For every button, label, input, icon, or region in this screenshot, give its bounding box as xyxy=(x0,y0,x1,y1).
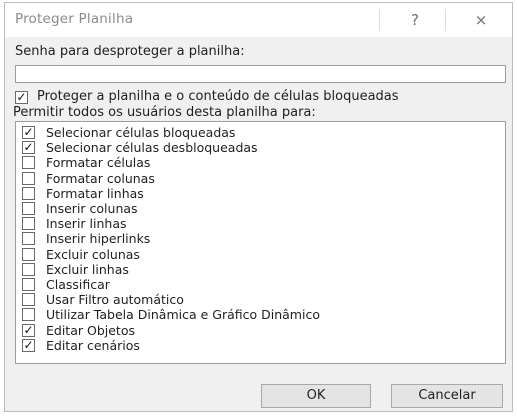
permission-checkbox[interactable]: ✓ xyxy=(22,323,35,337)
permission-checkbox[interactable]: ✓ xyxy=(22,338,35,352)
permission-item[interactable]: Utilizar Tabela Dinâmica e Gráfico Dinâm… xyxy=(16,307,505,322)
permission-checkbox[interactable] xyxy=(22,293,35,307)
permission-item[interactable]: Usar Filtro automático xyxy=(16,292,505,307)
close-button[interactable]: × xyxy=(455,3,507,37)
protect-checkbox[interactable]: ✓ xyxy=(15,91,28,104)
permission-label: Editar Objetos xyxy=(46,322,135,338)
permission-label: Inserir linhas xyxy=(46,216,127,232)
permission-checkbox[interactable] xyxy=(22,156,35,170)
permission-item[interactable]: ✓ Editar cenários xyxy=(16,338,505,353)
protect-label: Proteger a planilha e o conteúdo de célu… xyxy=(37,89,399,104)
permission-label: Formatar células xyxy=(46,155,151,171)
permission-item[interactable]: ✓ Selecionar células bloqueadas xyxy=(16,125,505,140)
permission-label: Excluir linhas xyxy=(46,261,129,277)
permission-checkbox[interactable] xyxy=(22,232,35,246)
permission-checkbox[interactable] xyxy=(22,171,35,185)
permission-label: Inserir colunas xyxy=(46,201,138,216)
title-separator xyxy=(445,9,446,31)
title-bar: Proteger Planilha ? × xyxy=(5,3,512,37)
protect-sheet-dialog: Proteger Planilha ? × Senha para desprot… xyxy=(4,2,513,412)
permissions-label: Permitir todos os usuários desta planilh… xyxy=(13,105,316,120)
permission-item[interactable]: Excluir colunas xyxy=(16,247,505,262)
permission-item[interactable]: Inserir colunas xyxy=(16,201,505,216)
permission-label: Usar Filtro automático xyxy=(46,292,184,308)
permission-item[interactable]: ✓ Editar Objetos xyxy=(16,323,505,338)
permission-checkbox[interactable]: ✓ xyxy=(22,141,35,155)
permission-label: Formatar linhas xyxy=(46,185,144,201)
title-separator xyxy=(379,9,380,31)
permission-label: Selecionar células desbloqueadas xyxy=(46,140,258,156)
permission-label: Utilizar Tabela Dinâmica e Gráfico Dinâm… xyxy=(46,307,320,323)
permission-item[interactable]: Excluir linhas xyxy=(16,262,505,277)
permission-item[interactable]: ✓ Selecionar células desbloqueadas xyxy=(16,140,505,155)
permission-item[interactable]: Formatar células xyxy=(16,155,505,170)
permission-item[interactable]: Classificar xyxy=(16,277,505,292)
permission-item[interactable]: Inserir linhas xyxy=(16,216,505,231)
password-field[interactable] xyxy=(15,65,506,83)
permission-checkbox[interactable] xyxy=(22,278,35,291)
password-label: Senha para desproteger a planilha: xyxy=(15,44,245,59)
permission-checkbox[interactable] xyxy=(22,308,35,322)
help-button[interactable]: ? xyxy=(389,3,441,37)
dialog-title: Proteger Planilha xyxy=(15,11,134,27)
permission-label: Excluir colunas xyxy=(46,246,140,262)
permissions-list: ✓ Selecionar células bloqueadas ✓ Seleciona… xyxy=(15,121,506,364)
permission-item[interactable]: Formatar linhas xyxy=(16,186,505,201)
permission-item[interactable]: Inserir hiperlinks xyxy=(16,231,505,246)
permission-checkbox[interactable] xyxy=(22,186,35,200)
permission-item[interactable]: Formatar colunas xyxy=(16,171,505,186)
permission-label: Selecionar células bloqueadas xyxy=(46,125,236,140)
permission-label: Editar cenários xyxy=(46,337,140,353)
ok-button[interactable]: OK xyxy=(261,384,371,408)
permission-label: Classificar xyxy=(46,277,110,292)
permission-checkbox[interactable] xyxy=(22,247,35,261)
cancel-button[interactable]: Cancelar xyxy=(391,384,503,408)
permission-checkbox[interactable] xyxy=(22,202,35,215)
permission-checkbox[interactable]: ✓ xyxy=(22,126,35,139)
permission-label: Inserir hiperlinks xyxy=(46,231,151,247)
permission-checkbox[interactable] xyxy=(22,217,35,231)
permission-checkbox[interactable] xyxy=(22,262,35,276)
permission-label: Formatar colunas xyxy=(46,170,155,186)
